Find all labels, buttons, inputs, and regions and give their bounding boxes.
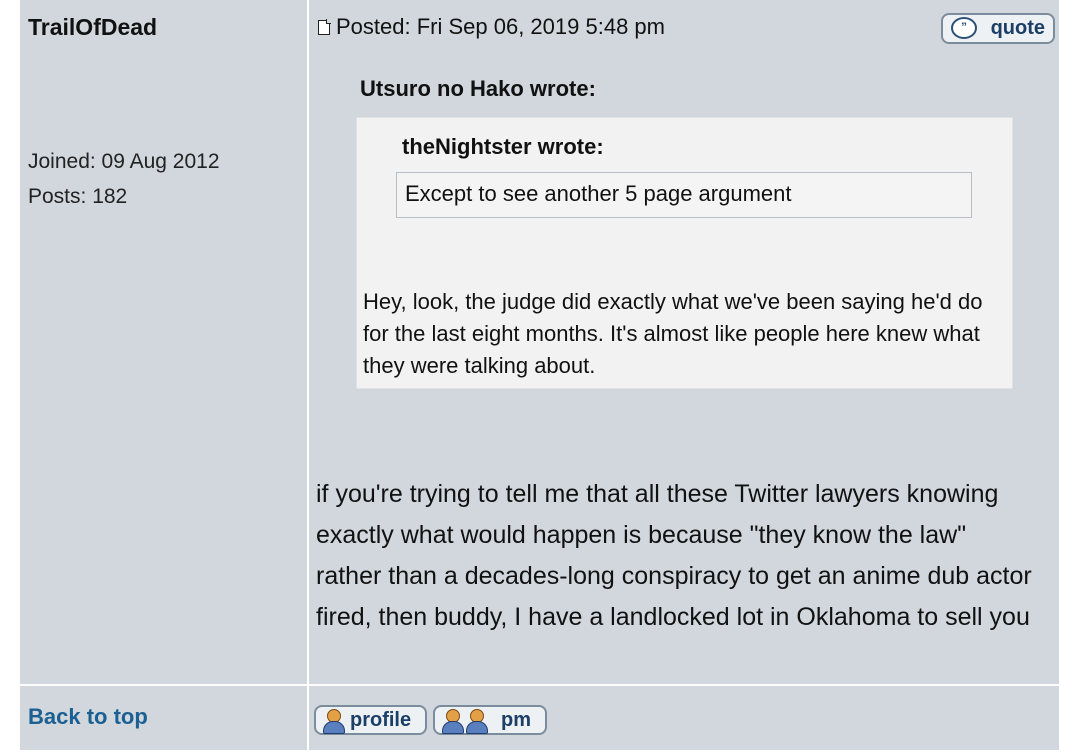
- quote-button-label: quote: [990, 17, 1045, 39]
- outer-quote-author: Utsuro no Hako wrote:: [360, 76, 596, 101]
- pm-icon-second: [465, 709, 488, 734]
- pm-button-label: pm: [501, 708, 531, 731]
- document-icon: [318, 19, 331, 35]
- author-username[interactable]: TrailOfDead: [28, 14, 157, 41]
- quote-icon: ”: [951, 17, 977, 39]
- profile-button[interactable]: profile: [314, 705, 427, 735]
- profile-icon: [322, 709, 345, 734]
- profile-button-label: profile: [350, 708, 412, 731]
- post-body: if you're trying to tell me that all the…: [316, 480, 1032, 631]
- author-joined-date: Joined: 09 Aug 2012: [28, 150, 220, 173]
- back-to-top-link[interactable]: Back to top: [28, 704, 148, 730]
- author-post-count: Posts: 182: [28, 185, 128, 208]
- inner-quote-author: theNightster wrote:: [402, 134, 604, 159]
- outer-quote-text: Hey, look, the judge did exactly what we…: [363, 289, 983, 378]
- post-timestamp: Posted: Fri Sep 06, 2019 5:48 pm: [336, 14, 665, 39]
- quote-button[interactable]: ” quote: [941, 13, 1055, 44]
- post-header: Posted: Fri Sep 06, 2019 5:48 pm: [318, 14, 665, 40]
- author-panel: [20, 0, 307, 684]
- pm-button[interactable]: pm: [433, 705, 547, 735]
- pm-icon: [441, 709, 464, 734]
- inner-quote-box: Except to see another 5 page argument: [396, 172, 972, 218]
